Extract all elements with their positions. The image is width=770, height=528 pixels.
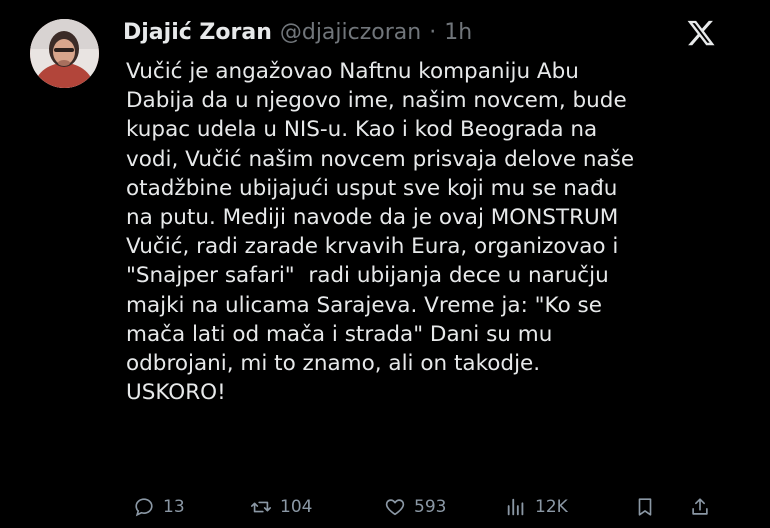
author-name[interactable]: Djajić Zoran (123, 20, 272, 46)
reply-button[interactable]: 13 (133, 492, 185, 522)
post-time[interactable]: 1h (444, 20, 472, 46)
post-text-line: vodi, Vučić našim novcem prisvaja delove… (126, 146, 635, 172)
heart-icon (385, 499, 405, 516)
bookmark-icon (638, 498, 652, 516)
post-text-line: "Snajper safari" radi ubijanja dece u na… (126, 263, 609, 289)
post-text-line: Dabija da u njegovo ime, našim novcem, b… (126, 88, 627, 114)
avatar-image (30, 19, 99, 88)
share-button[interactable] (689, 492, 711, 522)
share-icon (692, 498, 708, 515)
post-text-line: na putu. Mediji navode da je ovaj MONSTR… (126, 205, 619, 231)
x-logo-icon[interactable] (684, 18, 718, 48)
post-text: Vučić je angažovao Naftnu kompaniju Abu … (126, 57, 736, 407)
post-text-line: odbrojani, mi to znamo, ali on takodje. (126, 351, 541, 377)
like-count: 593 (414, 497, 447, 517)
bookmark-button[interactable] (634, 492, 656, 522)
reply-count: 13 (163, 497, 185, 517)
avatar[interactable] (30, 19, 99, 88)
post-text-line: mača lati od mača i strada" Dani su mu (126, 321, 553, 347)
reply-icon (135, 498, 153, 517)
views-count: 12K (535, 497, 568, 517)
tweet-card: Djajić Zoran @djajiczoran · 1h Vučić je … (0, 0, 770, 528)
post-text-line: otadžbine ubijajući usput sve koji mu se… (126, 175, 618, 201)
post-text-line: majki na ulicama Sarajeva. Vreme ja: "Ko… (126, 292, 602, 318)
repost-icon (251, 501, 271, 513)
repost-button[interactable]: 104 (250, 492, 312, 522)
separator-dot: · (429, 20, 437, 45)
like-button[interactable]: 593 (384, 492, 446, 522)
views-button[interactable]: 12K (505, 492, 568, 522)
post-text-line: Vučić, radi zarade krvavih Eura, organiz… (126, 234, 619, 260)
post-text-line: Vučić je angažovao Naftnu kompaniju Abu (126, 59, 579, 84)
post-text-line: USKORO! (126, 380, 226, 406)
post-text-line: kupac udela u NIS-u. Kao i kod Beograda … (126, 117, 598, 143)
views-icon (507, 498, 524, 516)
author-handle[interactable]: @djajiczoran (280, 20, 421, 46)
action-bar: 13 104 593 12K (0, 492, 770, 522)
repost-count: 104 (280, 497, 313, 517)
tweet-header: Djajić Zoran @djajiczoran · 1h (123, 20, 472, 46)
